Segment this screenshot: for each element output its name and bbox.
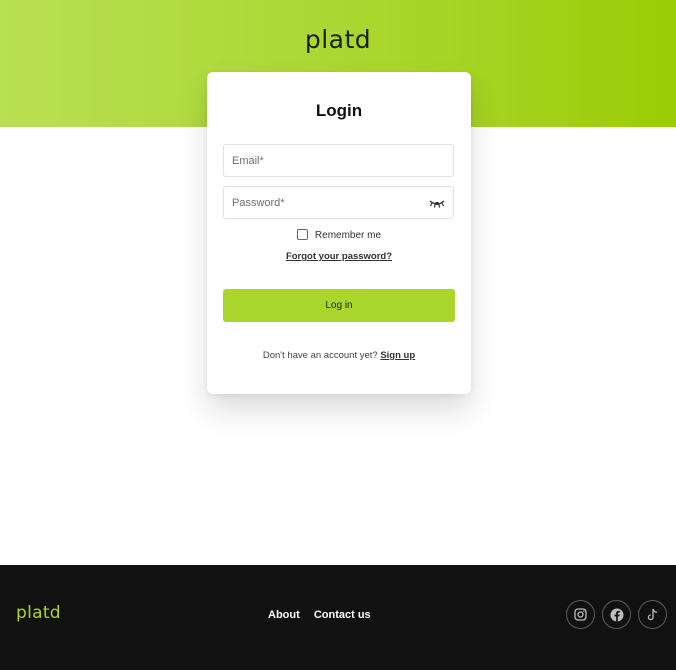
signup-row: Don't have an account yet? Sign up — [207, 350, 471, 361]
forgot-password-link[interactable]: Forgot your password? — [207, 251, 471, 262]
tiktok-button[interactable] — [638, 600, 667, 629]
footer-brand-logo[interactable]: platd — [16, 603, 61, 623]
login-title: Login — [315, 101, 363, 120]
email-field-container — [223, 144, 454, 177]
login-button[interactable]: Log in — [223, 289, 455, 322]
login-card: Login Remember me Forgot your password? … — [207, 72, 471, 394]
tiktok-icon — [647, 608, 658, 620]
facebook-icon — [610, 608, 623, 621]
footer-link-about[interactable]: About — [268, 609, 300, 621]
signup-prompt: Don't have an account yet? — [262, 350, 378, 361]
instagram-icon — [574, 608, 587, 621]
instagram-button[interactable] — [566, 600, 595, 629]
footer: platd About Contact us — [0, 565, 676, 670]
remember-me-row: Remember me — [207, 229, 471, 243]
email-input[interactable] — [224, 145, 412, 176]
brand-logo[interactable]: platd — [0, 24, 676, 56]
footer-link-contact[interactable]: Contact us — [314, 609, 371, 621]
remember-me-checkbox[interactable] — [296, 229, 308, 240]
facebook-button[interactable] — [602, 600, 631, 629]
eye-closed-icon[interactable] — [429, 197, 445, 209]
password-field-container — [223, 186, 454, 219]
footer-nav: About Contact us — [268, 609, 382, 621]
signup-link[interactable]: Sign up — [380, 350, 415, 361]
password-input[interactable] — [224, 187, 412, 218]
remember-me-label[interactable]: Remember me — [315, 230, 381, 241]
